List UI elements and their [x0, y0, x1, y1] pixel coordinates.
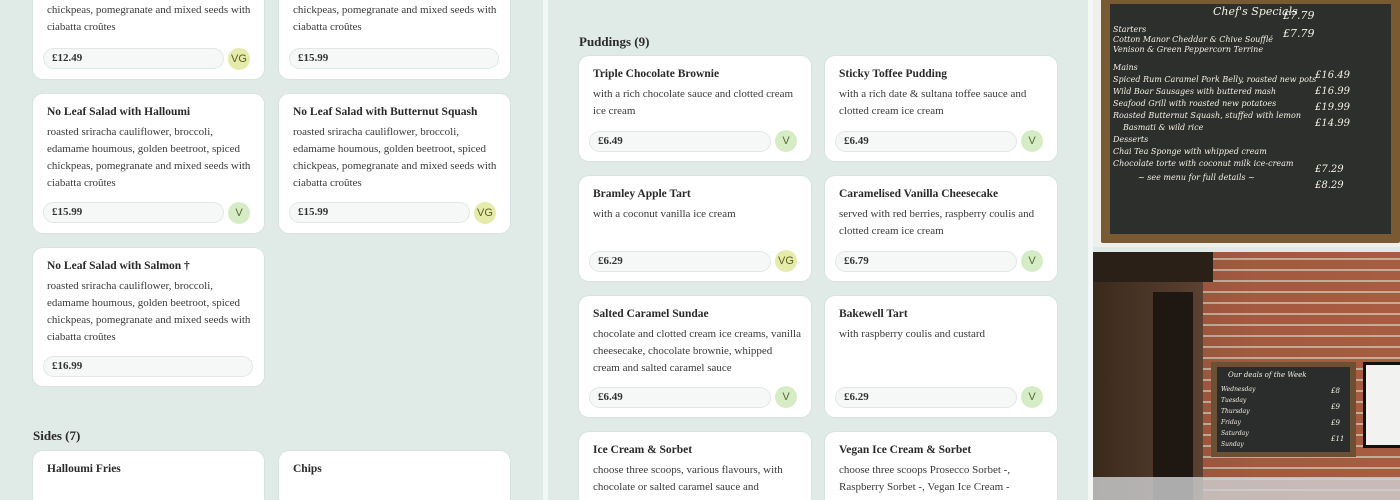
card-description: choose three scoops, various flavours, w…	[593, 464, 783, 493]
card-title: Chips	[293, 463, 322, 475]
card-title: Triple Chocolate Brownie	[593, 68, 720, 80]
price-field: £6.79	[835, 251, 1017, 272]
menu-card[interactable]: Chips	[279, 451, 510, 500]
card-title: Vegan Ice Cream & Sorbet	[839, 444, 972, 456]
card-title: No Leaf Salad with Salmon †	[47, 260, 190, 272]
card-description: choose three scoops Prosecco Sorbet -, R…	[839, 464, 1011, 493]
menu-card[interactable]: Sticky Toffee Pudding with a rich date &…	[825, 56, 1057, 161]
pub-board-line: Wednesday	[1221, 386, 1256, 393]
menu-card[interactable]: No Leaf Salad with Butternut Squash roas…	[279, 94, 510, 233]
menu-card[interactable]: Triple Chocolate Brownie with a rich cho…	[579, 56, 811, 161]
pub-board-price: £9	[1331, 403, 1340, 411]
pub-board-heading: Our deals of the Week	[1228, 371, 1307, 379]
menu-card[interactable]: No Leaf Salad with Salmon † roasted srir…	[33, 248, 264, 386]
card-description: with raspberry coulis and custard	[839, 328, 986, 340]
card-description: with a coconut vanilla ice cream	[593, 208, 736, 220]
card-title: No Leaf Salad with Halloumi	[47, 106, 191, 118]
menu-card[interactable]: chickpeas, pomegranate and mixed seeds w…	[279, 0, 510, 79]
menu-card[interactable]: Ice Cream & Sorbet choose three scoops, …	[579, 432, 811, 500]
card-title: Ice Cream & Sorbet	[593, 444, 693, 456]
menu-card[interactable]: Bramley Apple Tart with a coconut vanill…	[579, 176, 811, 281]
card-description: chocolate and clotted cream ice creams, …	[593, 328, 801, 374]
pub-board-price: £9	[1331, 419, 1340, 427]
vegetarian-badge: V	[775, 386, 797, 408]
vegetarian-badge: V	[775, 130, 797, 152]
card-description: roasted sriracha cauliflower, broccoli, …	[293, 126, 497, 189]
vegetarian-badge: V	[1021, 250, 1043, 272]
board-line: Mains	[1113, 63, 1138, 72]
price-field: £12.49	[43, 48, 224, 69]
pub-board-price: £8	[1331, 387, 1340, 395]
card-title: Salted Caramel Sundae	[593, 308, 709, 320]
board-line: Venison & Green Peppercorn Terrine	[1113, 45, 1264, 54]
card-description: roasted sriracha cauliflower, broccoli, …	[47, 280, 251, 343]
menu-card[interactable]: No Leaf Salad with Halloumi roasted srir…	[33, 94, 264, 233]
menu-card[interactable]: Salted Caramel Sundae chocolate and clot…	[579, 296, 811, 417]
card-description: roasted sriracha cauliflower, broccoli, …	[47, 126, 251, 189]
card-description: served with red berries, raspberry couli…	[839, 208, 1035, 237]
vegetarian-badge: V	[228, 202, 250, 224]
board-price: £8.29	[1315, 180, 1344, 191]
price-field: £6.29	[589, 251, 771, 272]
card-description: chickpeas, pomegranate and mixed seeds w…	[293, 4, 497, 33]
board-line: Seafood Grill with roasted new potatoes	[1113, 99, 1277, 108]
card-title: No Leaf Salad with Butternut Squash	[293, 106, 478, 118]
vegetarian-badge: V	[1021, 386, 1043, 408]
board-line: ~ see menu for full details ~	[1138, 173, 1255, 182]
pub-board-line: Sunday	[1221, 441, 1244, 448]
menu-card[interactable]: Bakewell Tart with raspberry coulis and …	[825, 296, 1057, 417]
mains-panel: chickpeas, pomegranate and mixed seeds w…	[0, 0, 543, 500]
board-price: £7.79	[1283, 27, 1315, 40]
board-line: Chocolate torte with coconut milk ice-cr…	[1113, 159, 1294, 168]
board-line: Spiced Rum Caramel Pork Belly, roasted n…	[1113, 75, 1317, 84]
board-line: Desserts	[1113, 135, 1149, 144]
price-field: £6.49	[835, 131, 1017, 152]
card-description: chickpeas, pomegranate and mixed seeds w…	[47, 4, 251, 33]
board-price: £7.29	[1315, 164, 1344, 175]
board-line: Wild Boar Sausages with buttered mash	[1113, 87, 1277, 96]
pub-board-price: £11	[1331, 435, 1345, 443]
pub-board-line: Saturday	[1221, 430, 1249, 437]
price-field: £15.99	[43, 202, 224, 223]
board-price: £19.99	[1315, 102, 1350, 113]
board-line: Chai Tea Sponge with whipped cream	[1113, 147, 1267, 156]
card-title: Bakewell Tart	[839, 308, 908, 320]
card-title: Bramley Apple Tart	[593, 188, 691, 200]
pub-board-line: Thursday	[1221, 408, 1250, 415]
card-title: Sticky Toffee Pudding	[839, 68, 947, 80]
menu-card[interactable]: Halloumi Fries	[33, 451, 264, 500]
menu-card[interactable]: Vegan Ice Cream & Sorbet choose three sc…	[825, 432, 1057, 500]
card-description: with a rich chocolate sauce and clotted …	[593, 88, 794, 117]
price-field: £6.49	[589, 131, 771, 152]
board-line: Basmati & wild rice	[1123, 123, 1204, 132]
board-line: Roasted Butternut Squash, stuffed with l…	[1113, 111, 1301, 120]
pub-board-line: Friday	[1221, 419, 1241, 426]
board-price: £14.99	[1315, 118, 1350, 129]
section-heading-puddings: Puddings (9)	[579, 34, 650, 49]
specials-board-photo: Chef's Specials Starters Cotton Manor Ch…	[1093, 0, 1400, 247]
price-field: £15.99	[289, 48, 499, 69]
board-price: £16.49	[1315, 70, 1350, 81]
puddings-panel: Puddings (9) Triple Chocolate Brownie wi…	[548, 0, 1088, 500]
price-field: £16.99	[43, 356, 253, 377]
section-heading-sides: Sides (7)	[33, 428, 81, 443]
card-title: Caramelised Vanilla Cheesecake	[839, 188, 999, 200]
price-field: £6.29	[835, 387, 1017, 408]
price-field: £15.99	[289, 202, 470, 223]
vegan-badge: VG	[474, 202, 496, 224]
menu-card[interactable]: Caramelised Vanilla Cheesecake served wi…	[825, 176, 1057, 281]
card-description: with a rich date & sultana toffee sauce …	[839, 88, 1027, 117]
pub-board-line: Tuesday	[1221, 397, 1247, 404]
price-field: £6.49	[589, 387, 771, 408]
board-price: £16.99	[1315, 86, 1350, 97]
pub-interior-photo: Our deals of the Week Wednesday Tuesday …	[1093, 252, 1400, 500]
vegan-badge: VG	[228, 48, 250, 70]
vegan-badge: VG	[775, 250, 797, 272]
menu-card[interactable]: chickpeas, pomegranate and mixed seeds w…	[33, 0, 264, 79]
board-price: £7.79	[1283, 9, 1315, 22]
card-title: Halloumi Fries	[47, 463, 121, 475]
vegetarian-badge: V	[1021, 130, 1043, 152]
